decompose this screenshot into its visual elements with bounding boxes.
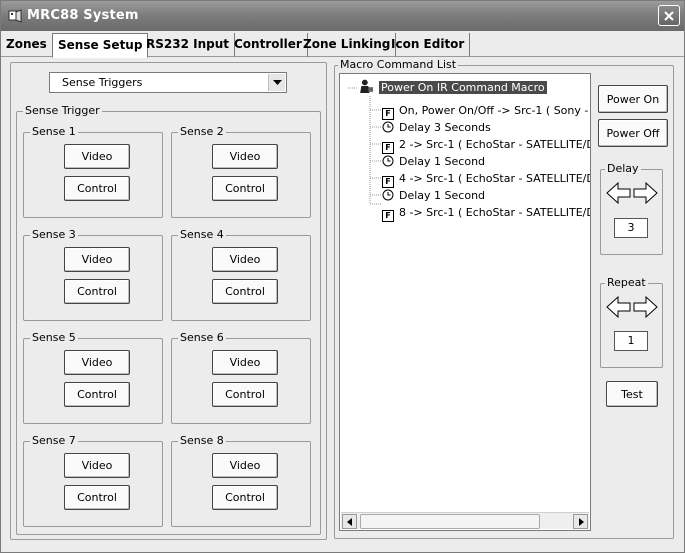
sense-5-label: Sense 5 xyxy=(30,331,78,345)
tree-item-label: 2 -> Src-1 ( EchoStar - SATELLITE/D xyxy=(399,138,591,151)
sense-2-label: Sense 2 xyxy=(178,125,226,139)
clock-icon xyxy=(382,189,394,201)
clock-icon xyxy=(382,155,394,167)
delay-increase-arrow-icon[interactable] xyxy=(632,181,658,205)
sense-8-video-button[interactable]: Video xyxy=(212,453,278,478)
title-bar[interactable]: MRC88 System xyxy=(1,1,684,31)
sense-3-video-button[interactable]: Video xyxy=(64,247,130,272)
sense-6-video-button[interactable]: Video xyxy=(212,350,278,375)
tree-item-label: Delay 3 Seconds xyxy=(399,121,491,134)
app-window: MRC88 System Zones Sense Setup RS232 Inp… xyxy=(0,0,685,553)
tree-root-label: Power On IR Command Macro xyxy=(379,81,547,94)
horizontal-scrollbar[interactable] xyxy=(341,512,589,529)
repeat-increase-arrow-icon[interactable] xyxy=(632,295,658,319)
tree-item[interactable]: Delay 3 Seconds xyxy=(382,119,491,136)
sense-4-control-button[interactable]: Control xyxy=(212,279,278,304)
sense-type-select[interactable]: Sense Triggers xyxy=(49,72,287,93)
delay-arrows xyxy=(606,181,658,205)
tab-controller[interactable]: Controller xyxy=(229,33,308,57)
macro-list-label: Macro Command List xyxy=(338,58,459,72)
repeat-decrease-arrow-icon[interactable] xyxy=(606,295,632,319)
sense-4-label: Sense 4 xyxy=(178,228,226,242)
tab-sense-setup[interactable]: Sense Setup xyxy=(52,33,149,58)
chevron-right-icon xyxy=(578,517,584,526)
repeat-value-field[interactable]: 1 xyxy=(614,331,648,351)
tab-icon-editor[interactable]: Icon Editor xyxy=(386,33,471,57)
tree-item-label: 8 -> Src-1 ( EchoStar - SATELLITE/D xyxy=(399,206,591,219)
repeat-arrows xyxy=(606,295,658,319)
tree-item-label: Delay 1 Second xyxy=(399,189,486,202)
power-on-button[interactable]: Power On xyxy=(598,85,668,113)
sense-6-control-button[interactable]: Control xyxy=(212,382,278,407)
tree-item[interactable]: F2 -> Src-1 ( EchoStar - SATELLITE/D xyxy=(382,136,591,154)
tree-item[interactable]: Delay 1 Second xyxy=(382,153,485,170)
sense-type-value: Sense Triggers xyxy=(62,76,143,89)
tree-item-label: 4 -> Src-1 ( EchoStar - SATELLITE/D xyxy=(399,172,591,185)
sense-1-video-button[interactable]: Video xyxy=(64,144,130,169)
sense-7-control-button[interactable]: Control xyxy=(64,485,130,510)
sense-8-label: Sense 8 xyxy=(178,434,226,448)
sense-5-video-button[interactable]: Video xyxy=(64,350,130,375)
sense-2-control-button[interactable]: Control xyxy=(212,176,278,201)
app-icon xyxy=(8,9,22,23)
repeat-label: Repeat xyxy=(605,276,648,290)
delay-label: Delay xyxy=(605,162,641,176)
sense-3-label: Sense 3 xyxy=(30,228,78,242)
scroll-left-button[interactable] xyxy=(342,514,357,529)
window-title: MRC88 System xyxy=(27,8,139,23)
tab-zone-linking[interactable]: Zone Linking xyxy=(298,33,397,57)
scroll-right-button[interactable] xyxy=(573,514,588,529)
sense-1-control-button[interactable]: Control xyxy=(64,176,130,201)
macro-tree[interactable]: Power On IR Command Macro F On, Power On/… xyxy=(339,73,591,531)
sense-1-label: Sense 1 xyxy=(30,125,78,139)
tree-item-label: Delay 1 Second xyxy=(399,155,486,168)
tree-item[interactable]: Delay 1 Second xyxy=(382,187,485,204)
tab-rs232-input[interactable]: RS232 Input xyxy=(141,33,235,57)
test-button[interactable]: Test xyxy=(606,381,658,407)
delay-decrease-arrow-icon[interactable] xyxy=(606,181,632,205)
sense-3-control-button[interactable]: Control xyxy=(64,279,130,304)
scroll-thumb[interactable] xyxy=(360,514,540,529)
tree-root-node[interactable]: Power On IR Command Macro xyxy=(358,79,547,96)
ir-function-icon: F xyxy=(382,210,394,222)
chevron-down-icon xyxy=(272,79,282,85)
macro-person-icon xyxy=(360,79,373,93)
sense-5-control-button[interactable]: Control xyxy=(64,382,130,407)
sense-8-control-button[interactable]: Control xyxy=(212,485,278,510)
sense-2-video-button[interactable]: Video xyxy=(212,144,278,169)
delay-value-field[interactable]: 3 xyxy=(614,218,648,238)
sense-7-label: Sense 7 xyxy=(30,434,78,448)
sense-4-video-button[interactable]: Video xyxy=(212,247,278,272)
sense-7-video-button[interactable]: Video xyxy=(64,453,130,478)
tree-item[interactable]: F4 -> Src-1 ( EchoStar - SATELLITE/D xyxy=(382,170,591,188)
sense-6-label: Sense 6 xyxy=(178,331,226,345)
dropdown-button[interactable] xyxy=(268,74,285,91)
sense-trigger-label: Sense Trigger xyxy=(23,104,102,118)
tab-zones[interactable]: Zones xyxy=(1,33,53,57)
close-button[interactable] xyxy=(658,5,680,26)
tab-strip: Zones Sense Setup RS232 Input Controller… xyxy=(1,31,684,58)
close-icon xyxy=(664,10,674,21)
tree-item-label: On, Power On/Off -> Src-1 ( Sony - TE xyxy=(399,104,591,117)
power-off-button[interactable]: Power Off xyxy=(598,119,668,147)
tree-item[interactable]: F 8 -> Src-1 ( EchoStar - SATELLITE/D xyxy=(382,204,591,222)
chevron-left-icon xyxy=(346,517,352,526)
tree-item[interactable]: F On, Power On/Off -> Src-1 ( Sony - TE xyxy=(382,102,591,120)
clock-icon xyxy=(382,121,394,133)
